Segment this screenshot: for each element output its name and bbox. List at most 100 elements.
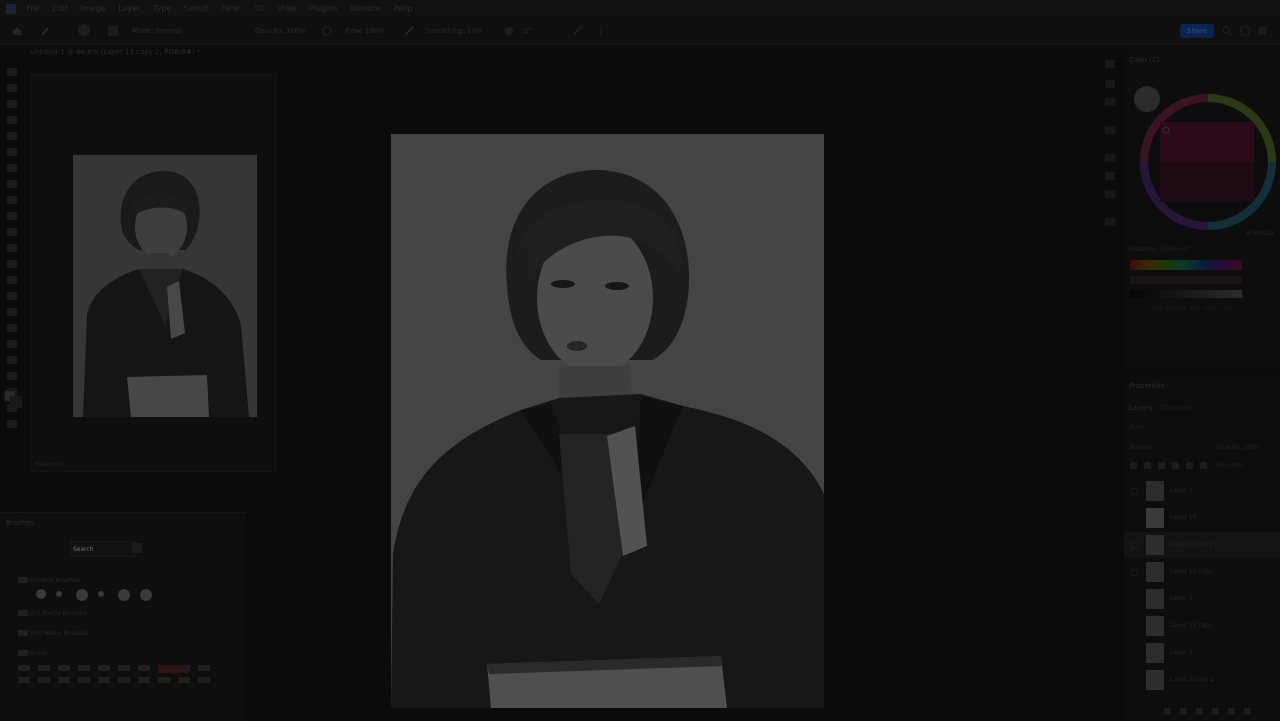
brush-tool-side-icon[interactable] bbox=[7, 196, 17, 204]
layer-row[interactable]: Layer 13 copy bbox=[1124, 559, 1280, 585]
blur-tool-icon[interactable] bbox=[7, 276, 17, 284]
path-select-tool-icon[interactable] bbox=[7, 340, 17, 348]
layer-row[interactable]: Layer 19 bbox=[1124, 505, 1280, 531]
dodge-tool-icon[interactable] bbox=[7, 292, 17, 300]
layer-row[interactable]: Layer 13 copy bbox=[1124, 613, 1280, 639]
brush-preset-grid[interactable] bbox=[14, 663, 224, 693]
frame-tool-icon[interactable] bbox=[7, 148, 17, 156]
angle-field[interactable]: 0° bbox=[524, 27, 532, 35]
visibility-eye-icon[interactable] bbox=[1130, 488, 1139, 495]
lasso-tool-icon[interactable] bbox=[7, 100, 17, 108]
healing-tool-icon[interactable] bbox=[7, 180, 17, 188]
visibility-eye-icon[interactable] bbox=[1130, 542, 1139, 549]
color-hex-value[interactable]: #2b0a1a bbox=[1246, 230, 1274, 237]
brush-tip[interactable] bbox=[140, 589, 152, 601]
brush-group-label[interactable]: General Brushes bbox=[30, 577, 80, 584]
crop-tool-icon[interactable] bbox=[7, 132, 17, 140]
pressure-opacity-icon[interactable] bbox=[322, 26, 332, 36]
document-tab[interactable]: Untitled-1 @ 66.6% (Layer 13 copy 2, RGB… bbox=[30, 44, 530, 60]
layer-opacity-field[interactable]: Opacity: 100% bbox=[1216, 444, 1260, 451]
blend-mode-dropdown[interactable]: Normal bbox=[1130, 444, 1152, 451]
brush-tip[interactable] bbox=[36, 589, 46, 599]
flow-field[interactable]: Flow: 100% bbox=[345, 27, 385, 35]
move-tool-icon[interactable] bbox=[7, 68, 17, 76]
menu-view[interactable]: View bbox=[277, 0, 296, 18]
menu-filter[interactable]: Filter bbox=[221, 0, 241, 18]
type-tool-icon[interactable] bbox=[7, 324, 17, 332]
quick-select-tool-icon[interactable] bbox=[7, 116, 17, 124]
layers-tab[interactable]: Layers bbox=[1129, 404, 1152, 412]
layer-row[interactable]: Layer 2 bbox=[1124, 586, 1280, 612]
menu-3d[interactable]: 3D bbox=[254, 0, 265, 18]
mode-dropdown[interactable]: Mode: Normal bbox=[132, 27, 181, 35]
lock-icons[interactable] bbox=[1130, 462, 1210, 470]
menu-layer[interactable]: Layer bbox=[118, 0, 140, 18]
panel-toggle-icon[interactable] bbox=[1258, 26, 1268, 36]
menu-select[interactable]: Select bbox=[184, 0, 209, 18]
menu-help[interactable]: Help bbox=[394, 0, 412, 18]
menu-image[interactable]: Image bbox=[81, 0, 106, 18]
pressure-size-icon[interactable] bbox=[572, 26, 582, 36]
smoothing-options-icon[interactable] bbox=[504, 26, 514, 36]
saturation-bar[interactable] bbox=[1130, 276, 1242, 284]
brush-settings-icon[interactable] bbox=[108, 26, 118, 36]
home-icon[interactable] bbox=[12, 26, 22, 35]
smoothing-field[interactable]: Smoothing: 10% bbox=[425, 27, 483, 35]
brush-group-label[interactable]: Dry Media Brushes bbox=[30, 610, 87, 617]
menu-window[interactable]: Window bbox=[350, 0, 382, 18]
gradient-tool-icon[interactable] bbox=[7, 260, 17, 268]
menu-edit[interactable]: Edit bbox=[52, 0, 68, 18]
shape-tool-icon[interactable] bbox=[7, 356, 17, 364]
workspace-icon[interactable] bbox=[1240, 26, 1250, 36]
brush-settings-panel-icon[interactable] bbox=[1105, 154, 1115, 162]
layer-row-selected[interactable]: Layer 13 copy 2 bbox=[1124, 532, 1280, 558]
brush-search-input[interactable] bbox=[70, 541, 136, 557]
search-icon[interactable] bbox=[1222, 26, 1232, 36]
layer-row[interactable]: Layer 1 bbox=[1124, 478, 1280, 504]
eraser-tool-icon[interactable] bbox=[7, 244, 17, 252]
eyedropper-tool-icon[interactable] bbox=[7, 164, 17, 172]
channels-tab[interactable]: Channels bbox=[1160, 404, 1192, 412]
hue-spectrum-bar[interactable] bbox=[1130, 260, 1242, 270]
libraries-panel-icon[interactable] bbox=[1105, 126, 1115, 134]
swatches-tab[interactable]: Swatches bbox=[1128, 246, 1157, 253]
layer-actions-bar[interactable] bbox=[1164, 708, 1264, 716]
marquee-tool-icon[interactable] bbox=[7, 84, 17, 92]
layer-fill-field[interactable]: Fill: 100% bbox=[1216, 462, 1245, 469]
visibility-eye-icon[interactable] bbox=[1130, 569, 1139, 576]
properties-panel-icon[interactable] bbox=[1105, 80, 1115, 88]
character-panel-icon[interactable] bbox=[1105, 172, 1115, 180]
document-canvas[interactable] bbox=[391, 134, 824, 708]
symmetry-icon[interactable] bbox=[596, 26, 606, 36]
share-button[interactable]: Share bbox=[1180, 24, 1214, 38]
brush-preset-picker[interactable] bbox=[78, 24, 90, 36]
reference-panel[interactable]: Reference bbox=[30, 74, 276, 472]
airbrush-icon[interactable] bbox=[404, 26, 414, 36]
color-wheel[interactable] bbox=[1128, 90, 1278, 240]
history-panel-icon[interactable] bbox=[1105, 60, 1115, 68]
quick-mask-icon[interactable] bbox=[7, 420, 17, 428]
layer-row[interactable]: Layer 1 copy 2 bbox=[1124, 667, 1280, 693]
new-brush-icon[interactable] bbox=[132, 543, 142, 553]
opacity-field[interactable]: Opacity: 100% bbox=[255, 27, 306, 35]
brush-tip[interactable] bbox=[56, 591, 62, 597]
pen-tool-icon[interactable] bbox=[7, 308, 17, 316]
history-brush-tool-icon[interactable] bbox=[7, 228, 17, 236]
adjustments-panel-icon[interactable] bbox=[1105, 98, 1115, 106]
menu-file[interactable]: File bbox=[27, 0, 40, 18]
background-color-swatch[interactable] bbox=[10, 396, 22, 408]
brush-tool-icon[interactable] bbox=[40, 26, 50, 36]
layer-kind-filter[interactable]: Kind bbox=[1130, 424, 1143, 431]
brush-tip[interactable] bbox=[98, 591, 104, 597]
brush-tip[interactable] bbox=[76, 589, 88, 601]
layer-row[interactable]: Layer 5 bbox=[1124, 640, 1280, 666]
brush-group-label[interactable]: Wet Media Brushes bbox=[30, 630, 88, 637]
menu-type[interactable]: Type bbox=[153, 0, 171, 18]
brush-group-label[interactable]: Brush bbox=[30, 650, 47, 657]
hand-tool-icon[interactable] bbox=[7, 372, 17, 380]
clone-stamp-tool-icon[interactable] bbox=[7, 212, 17, 220]
gradients-tab[interactable]: Gradients bbox=[1160, 246, 1189, 253]
menu-plugins[interactable]: Plugins bbox=[309, 0, 338, 18]
brightness-bar[interactable] bbox=[1130, 290, 1242, 298]
paragraph-panel-icon[interactable] bbox=[1105, 190, 1115, 198]
